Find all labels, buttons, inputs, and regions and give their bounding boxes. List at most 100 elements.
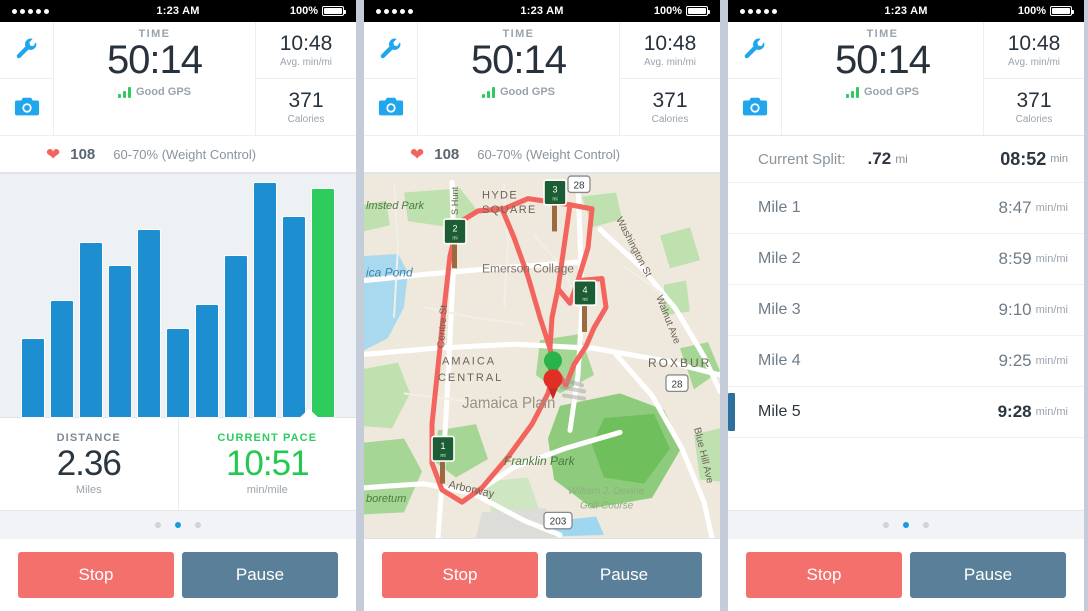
battery-percent-label: 100% [289,5,318,17]
bar-8 [225,256,247,417]
page-indicator-1[interactable] [0,510,356,539]
split-row[interactable]: Mile 2 8:59 min/mi [728,234,1084,285]
svg-text:mi: mi [582,297,587,303]
bar-3 [80,243,102,417]
header-icon-column [0,22,54,135]
split-name: Mile 1 [758,199,801,216]
route-shield-28-right: 28 [665,374,689,393]
current-pace-value: 10:51 [225,443,310,483]
pace-bar-chart [0,173,356,418]
page-dot-3[interactable] [195,522,201,528]
split-time-unit: min/mi [1035,304,1068,316]
page-dot-3[interactable] [923,522,929,528]
svg-text:28: 28 [671,379,682,390]
stop-button[interactable]: Stop [746,552,902,598]
elapsed-time-value: 50:14 [106,38,203,82]
pause-button[interactable]: Pause [910,552,1066,598]
route-map[interactable]: 1 mi 2 mi 3 mi 4 mi 28 28 203 lmsted Par… [364,173,720,539]
split-rows-container: Mile 1 8:47 min/mi Mile 2 8:59 min/mi Mile 3 9:… [728,183,1084,438]
panel-gap-2 [720,0,728,611]
avg-pace-metric: 10:48 Avg. min/mi [984,22,1084,79]
heart-icon: ❤ [410,144,425,164]
svg-text:SQUARE: SQUARE [482,204,537,216]
splits-list[interactable]: Current Split: .72 mi 08:52 min Mile 1 8:… [728,136,1084,510]
wrench-icon [380,38,400,59]
split-row[interactable]: Mile 4 9:25 min/mi [728,336,1084,387]
split-time-unit: min/mi [1035,253,1068,265]
svg-text:HYDE: HYDE [482,189,518,201]
svg-text:203: 203 [550,517,567,528]
bar-1 [22,338,44,417]
svg-text:lmsted Park: lmsted Park [366,200,425,212]
route-shield-203: 203 [543,511,573,530]
header-icon-column [364,22,418,135]
avg-pace-value: 10:48 [1007,31,1061,55]
calories-label: Calories [1015,114,1053,126]
page-dot-1[interactable] [155,522,161,528]
svg-text:4: 4 [582,285,587,295]
current-split-distance: .72 [867,149,892,168]
phone-panel-splits: 1:23 AM 100% TIME 50:14 Good GPS 10:48 A… [728,0,1084,611]
camera-button[interactable] [364,79,417,135]
wrench-icon [744,38,764,59]
panel-gap-1 [356,0,364,611]
battery-icon [686,6,710,16]
avg-pace-label: Avg. min/mi [643,57,697,69]
workout-header: TIME 50:14 Good GPS 10:48 Avg. min/mi 37… [728,22,1084,136]
avg-pace-label: Avg. min/mi [1007,57,1061,69]
page-dot-1[interactable] [883,522,889,528]
svg-text:mi: mi [552,197,557,203]
camera-icon [14,97,39,116]
battery-percent-label: 100% [653,5,682,17]
svg-text:Golf Course: Golf Course [580,500,634,511]
calories-label: Calories [287,114,325,126]
split-row[interactable]: Mile 3 9:10 min/mi [728,285,1084,336]
avg-pace-value: 10:48 [279,31,333,55]
status-bar: 1:23 AM 100% [728,0,1084,22]
bar-7 [196,304,218,417]
calories-label: Calories [651,114,689,126]
page-dot-2[interactable] [175,522,181,528]
screenshot-stage: 1:23 AM 100% TIME 50:14 Good GPS 10:48 A… [0,0,1088,611]
svg-text:S Hunt: S Hunt [450,186,460,215]
bar-5 [138,230,160,417]
distance-label: DISTANCE [56,431,121,444]
split-name: Mile 5 [758,403,801,420]
pause-button[interactable]: Pause [546,552,702,598]
distance-stat: DISTANCE 2.36 Miles [0,418,178,510]
chart-pointer-notch [298,409,320,419]
split-name: Mile 4 [758,352,801,369]
split-row[interactable]: Mile 1 8:47 min/mi [728,183,1084,234]
settings-button[interactable] [364,22,417,79]
split-time-unit: min/mi [1035,355,1068,367]
gps-status-label: Good GPS [136,86,191,98]
bar-9 [254,183,276,417]
settings-button[interactable] [728,22,781,79]
workout-controls-1: Stop Pause [0,539,356,611]
status-bar-right: 100% [1018,5,1074,17]
camera-icon [378,97,403,116]
time-section: TIME 50:14 Good GPS [782,22,984,135]
avg-pace-value: 10:48 [643,31,697,55]
calories-value: 371 [1016,88,1052,112]
heart-rate-row: ❤ 108 60-70% (Weight Control) [364,135,720,172]
svg-text:ROXBUR: ROXBUR [648,356,711,370]
splits-empty-space [728,438,1084,510]
avg-pace-metric: 10:48 Avg. min/mi [620,22,720,79]
split-name: Mile 3 [758,301,801,318]
settings-button[interactable] [0,22,53,79]
page-indicator-3[interactable] [728,510,1084,539]
camera-button[interactable] [0,79,53,135]
page-dot-2[interactable] [903,522,909,528]
split-row[interactable]: Mile 5 9:28 min/mi [728,387,1084,438]
map-canvas: 1 mi 2 mi 3 mi 4 mi 28 28 203 lmsted Par… [364,174,720,538]
pause-button[interactable]: Pause [182,552,338,598]
svg-text:William J. Devine: William J. Devine [568,486,645,497]
camera-button[interactable] [728,79,781,135]
gps-status-label: Good GPS [500,86,555,98]
bar-11 [312,188,334,417]
calories-value: 371 [652,88,688,112]
split-time: 8:59 [998,249,1032,268]
stop-button[interactable]: Stop [18,552,174,598]
stop-button[interactable]: Stop [382,552,538,598]
